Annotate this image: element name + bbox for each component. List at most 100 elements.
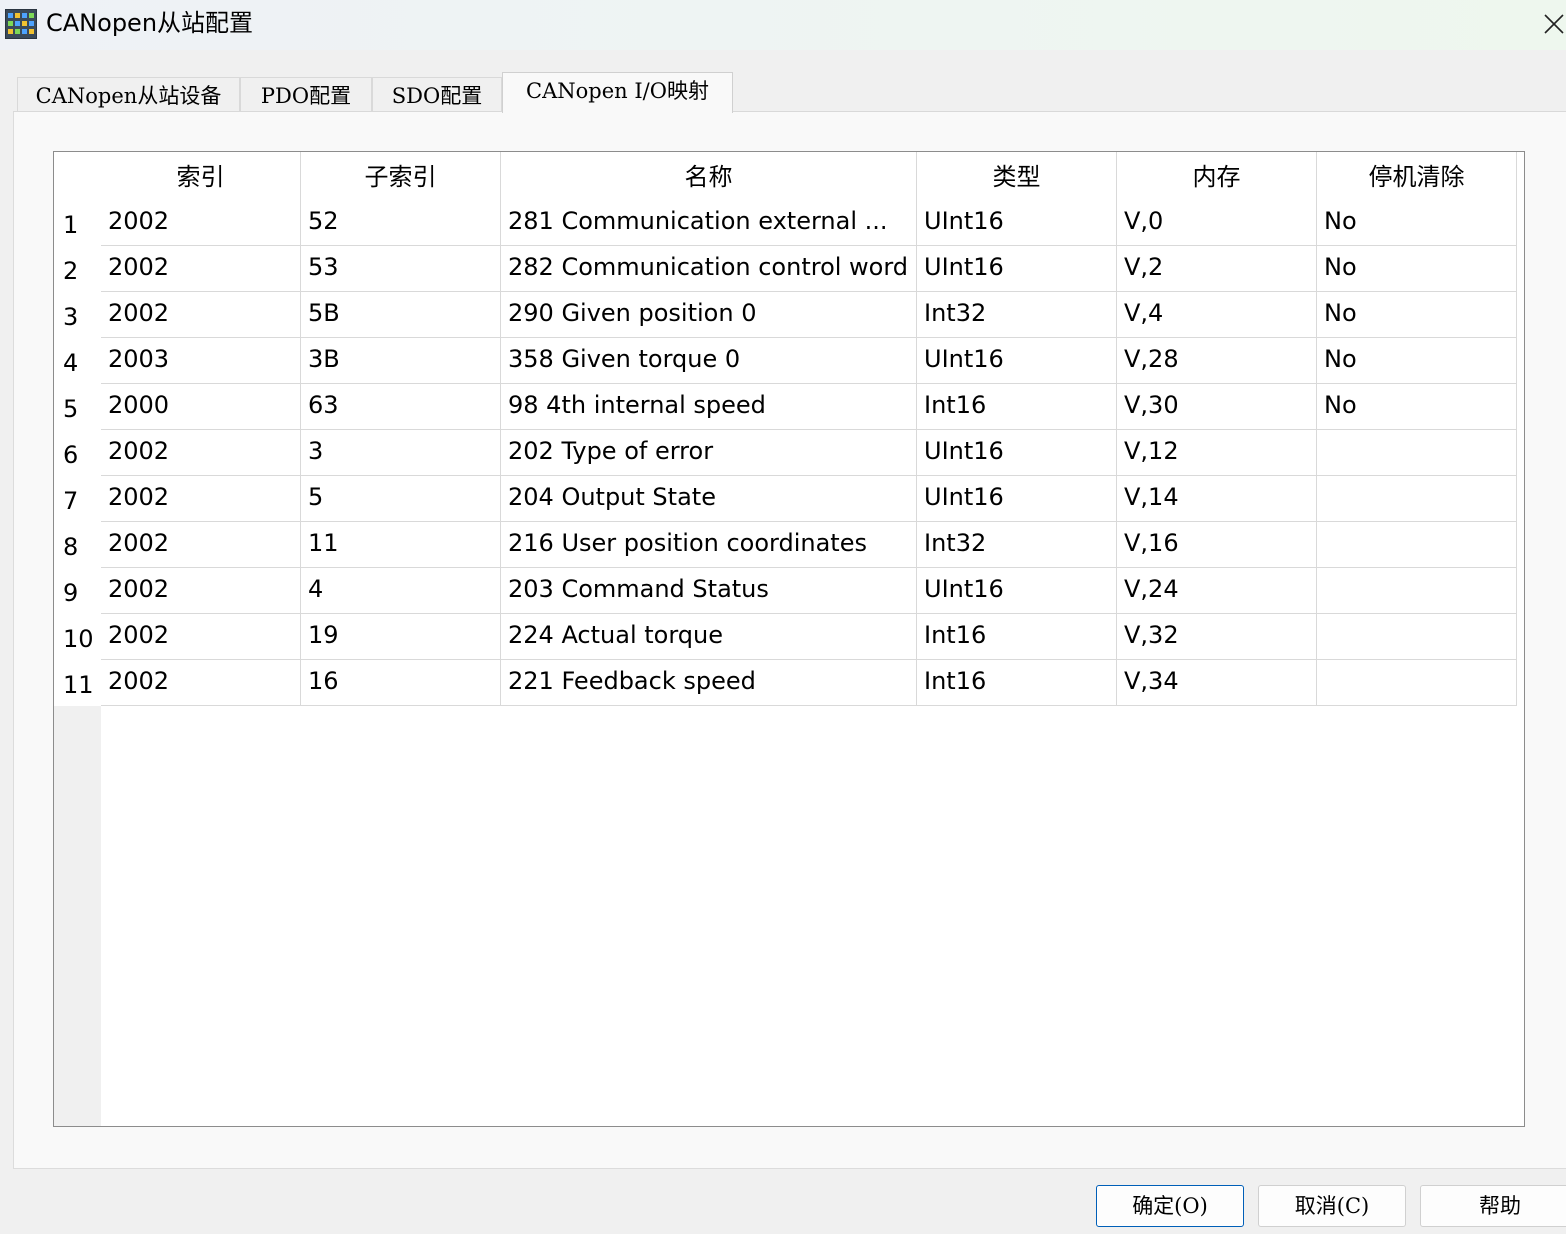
row-number[interactable]: 11 xyxy=(54,660,101,706)
help-button[interactable]: 帮助 xyxy=(1420,1185,1566,1227)
row-number[interactable]: 2 xyxy=(54,246,101,292)
table-row[interactable]: 6 2002 3 202 Type of error UInt16 V,12 xyxy=(54,430,1524,476)
row-number[interactable]: 3 xyxy=(54,292,101,338)
cell-subindex[interactable]: 11 xyxy=(301,522,501,568)
cell-index[interactable]: 2002 xyxy=(101,430,301,476)
cell-subindex[interactable]: 52 xyxy=(301,200,501,246)
row-number[interactable]: 1 xyxy=(54,200,101,246)
cell-index[interactable]: 2002 xyxy=(101,522,301,568)
table-row[interactable]: 10 2002 19 224 Actual torque Int16 V,32 xyxy=(54,614,1524,660)
cell-memory[interactable]: V,16 xyxy=(1117,522,1317,568)
cell-type[interactable]: Int16 xyxy=(917,384,1117,430)
row-number[interactable]: 8 xyxy=(54,522,101,568)
cell-name[interactable]: 216 User position coordinates xyxy=(501,522,917,568)
cell-memory[interactable]: V,4 xyxy=(1117,292,1317,338)
cell-name[interactable]: 98 4th internal speed xyxy=(501,384,917,430)
tab-sdo-config[interactable]: SDO配置 xyxy=(372,77,502,111)
cell-type[interactable]: Int32 xyxy=(917,292,1117,338)
cell-name[interactable]: 281 Communication external ... xyxy=(501,200,917,246)
cell-name[interactable]: 224 Actual torque xyxy=(501,614,917,660)
cell-index[interactable]: 2002 xyxy=(101,614,301,660)
table-row[interactable]: 2 2002 53 282 Communication control word UIn… xyxy=(54,246,1524,292)
cell-index[interactable]: 2002 xyxy=(101,568,301,614)
cancel-button[interactable]: 取消(C) xyxy=(1258,1185,1406,1227)
cell-stop-clear[interactable] xyxy=(1317,660,1517,706)
cell-stop-clear[interactable] xyxy=(1317,430,1517,476)
cell-memory[interactable]: V,28 xyxy=(1117,338,1317,384)
cell-name[interactable]: 290 Given position 0 xyxy=(501,292,917,338)
cell-stop-clear[interactable] xyxy=(1317,522,1517,568)
row-number[interactable]: 6 xyxy=(54,430,101,476)
cell-type[interactable]: UInt16 xyxy=(917,338,1117,384)
cell-memory[interactable]: V,2 xyxy=(1117,246,1317,292)
cell-name[interactable]: 221 Feedback speed xyxy=(501,660,917,706)
cell-memory[interactable]: V,12 xyxy=(1117,430,1317,476)
cell-name[interactable]: 203 Command Status xyxy=(501,568,917,614)
cell-name[interactable]: 202 Type of error xyxy=(501,430,917,476)
cell-index[interactable]: 2002 xyxy=(101,200,301,246)
cell-subindex[interactable]: 53 xyxy=(301,246,501,292)
table-row[interactable]: 1 2002 52 281 Communication external ... UIn… xyxy=(54,200,1524,246)
cell-memory[interactable]: V,30 xyxy=(1117,384,1317,430)
cell-subindex[interactable]: 16 xyxy=(301,660,501,706)
row-number[interactable]: 7 xyxy=(54,476,101,522)
table-row[interactable]: 4 2003 3B 358 Given torque 0 UInt16 V,28 No xyxy=(54,338,1524,384)
table-row[interactable]: 5 2000 63 98 4th internal speed Int16 V,30 No xyxy=(54,384,1524,430)
cell-name[interactable]: 282 Communication control word xyxy=(501,246,917,292)
cell-stop-clear[interactable] xyxy=(1317,614,1517,660)
cell-memory[interactable]: V,14 xyxy=(1117,476,1317,522)
cell-type[interactable]: UInt16 xyxy=(917,246,1117,292)
column-header-subindex[interactable]: 子索引 xyxy=(301,152,501,200)
cell-index[interactable]: 2000 xyxy=(101,384,301,430)
tab-io-mapping[interactable]: CANopen I/O映射 xyxy=(502,72,733,113)
cell-type[interactable]: UInt16 xyxy=(917,568,1117,614)
ok-button[interactable]: 确定(O) xyxy=(1096,1185,1244,1227)
cell-stop-clear[interactable] xyxy=(1317,476,1517,522)
column-header-type[interactable]: 类型 xyxy=(917,152,1117,200)
table-row[interactable]: 8 2002 11 216 User position coordinates Int3… xyxy=(54,522,1524,568)
cell-index[interactable]: 2003 xyxy=(101,338,301,384)
cell-type[interactable]: Int16 xyxy=(917,660,1117,706)
table-row[interactable]: 11 2002 16 221 Feedback speed Int16 V,34 xyxy=(54,660,1524,706)
cell-subindex[interactable]: 5 xyxy=(301,476,501,522)
cell-type[interactable]: Int16 xyxy=(917,614,1117,660)
tab-slave-device[interactable]: CANopen从站设备 xyxy=(17,77,240,111)
cell-stop-clear[interactable]: No xyxy=(1317,292,1517,338)
cell-memory[interactable]: V,0 xyxy=(1117,200,1317,246)
close-button[interactable] xyxy=(1540,4,1566,44)
table-row[interactable]: 9 2002 4 203 Command Status UInt16 V,24 xyxy=(54,568,1524,614)
cell-memory[interactable]: V,34 xyxy=(1117,660,1317,706)
cell-index[interactable]: 2002 xyxy=(101,292,301,338)
row-number[interactable]: 9 xyxy=(54,568,101,614)
column-header-index[interactable]: 索引 xyxy=(101,152,301,200)
cell-index[interactable]: 2002 xyxy=(101,246,301,292)
table-row[interactable]: 7 2002 5 204 Output State UInt16 V,14 xyxy=(54,476,1524,522)
cell-stop-clear[interactable]: No xyxy=(1317,338,1517,384)
cell-subindex[interactable]: 63 xyxy=(301,384,501,430)
cell-type[interactable]: UInt16 xyxy=(917,476,1117,522)
cell-subindex[interactable]: 19 xyxy=(301,614,501,660)
cell-type[interactable]: UInt16 xyxy=(917,430,1117,476)
cell-name[interactable]: 358 Given torque 0 xyxy=(501,338,917,384)
cell-stop-clear[interactable] xyxy=(1317,568,1517,614)
column-header-stop-clear[interactable]: 停机清除 xyxy=(1317,152,1517,200)
cell-subindex[interactable]: 3 xyxy=(301,430,501,476)
row-number[interactable]: 10 xyxy=(54,614,101,660)
row-number[interactable]: 4 xyxy=(54,338,101,384)
cell-subindex[interactable]: 3B xyxy=(301,338,501,384)
table-row[interactable]: 3 2002 5B 290 Given position 0 Int32 V,4 No xyxy=(54,292,1524,338)
cell-index[interactable]: 2002 xyxy=(101,660,301,706)
row-number[interactable]: 5 xyxy=(54,384,101,430)
column-header-memory[interactable]: 内存 xyxy=(1117,152,1317,200)
io-mapping-table[interactable]: 索引 子索引 名称 类型 内存 停机清除 1 2002 52 281 Communication… xyxy=(53,151,1525,1127)
cell-subindex[interactable]: 4 xyxy=(301,568,501,614)
tab-pdo-config[interactable]: PDO配置 xyxy=(240,77,372,111)
cell-stop-clear[interactable]: No xyxy=(1317,200,1517,246)
column-header-name[interactable]: 名称 xyxy=(501,152,917,200)
cell-subindex[interactable]: 5B xyxy=(301,292,501,338)
cell-type[interactable]: UInt16 xyxy=(917,200,1117,246)
cell-stop-clear[interactable]: No xyxy=(1317,246,1517,292)
cell-memory[interactable]: V,24 xyxy=(1117,568,1317,614)
cell-index[interactable]: 2002 xyxy=(101,476,301,522)
cell-stop-clear[interactable]: No xyxy=(1317,384,1517,430)
